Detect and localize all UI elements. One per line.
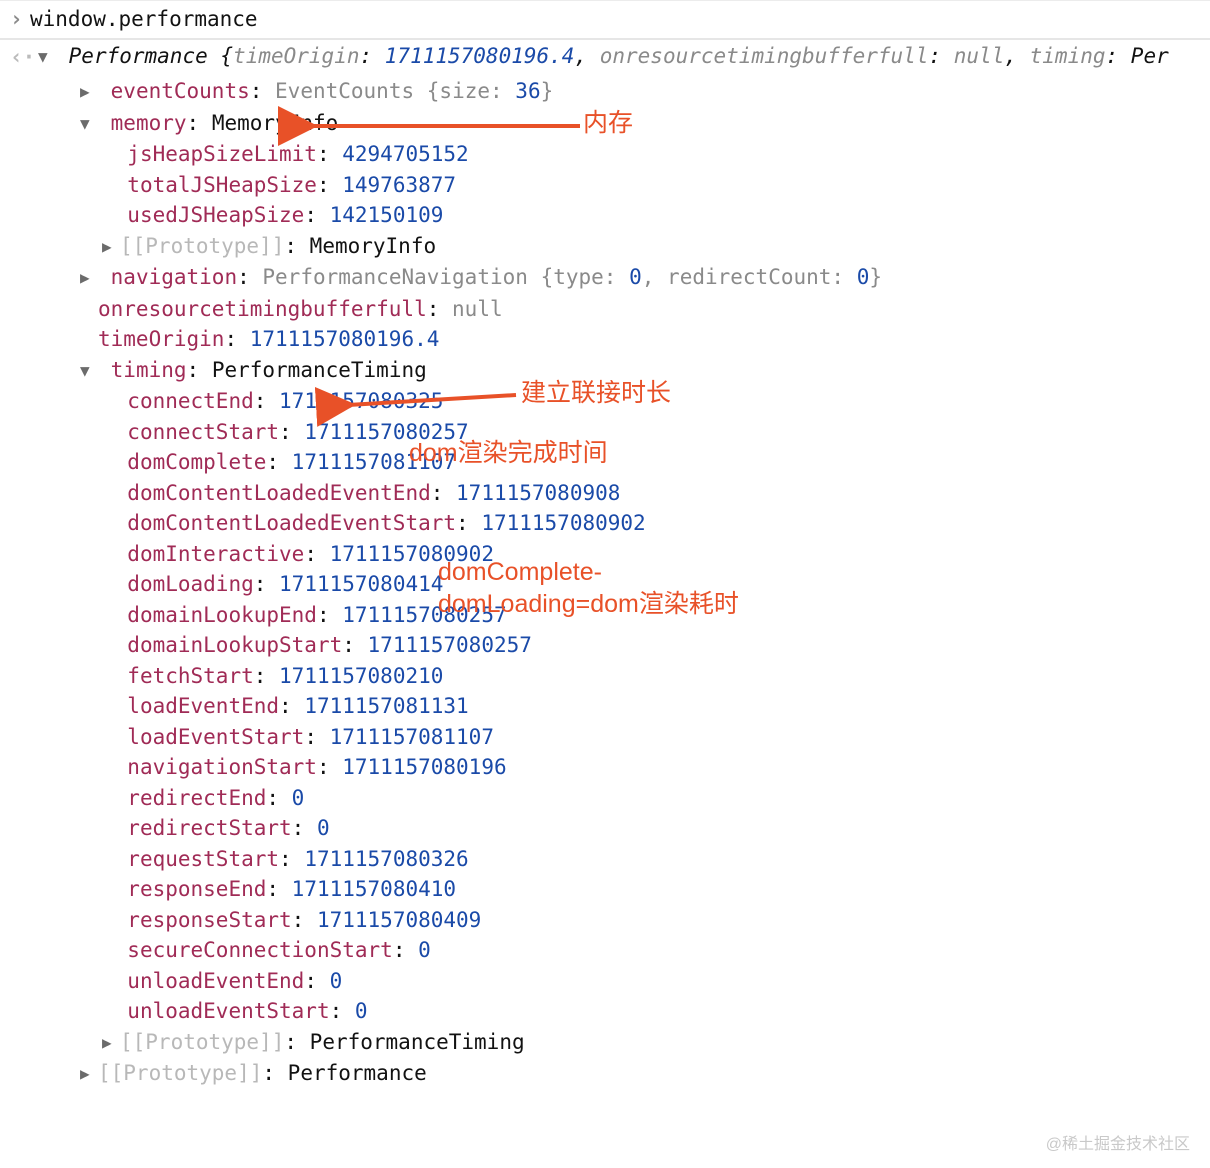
console-command: window.performance bbox=[30, 4, 258, 35]
annotation-domcalc-line1: domComplete- bbox=[438, 557, 602, 588]
key-timeorigin: timeOrigin bbox=[98, 327, 224, 351]
watermark: @稀土掘金技术社区 bbox=[1046, 1130, 1190, 1161]
key-navigation: navigation bbox=[111, 265, 237, 289]
expand-toggle[interactable] bbox=[80, 356, 96, 387]
annotation-memory: 内存 bbox=[583, 108, 633, 139]
expand-toggle[interactable] bbox=[102, 1028, 118, 1059]
arrow-icon bbox=[300, 118, 580, 138]
expand-toggle[interactable] bbox=[102, 232, 118, 263]
expand-toggle[interactable] bbox=[80, 77, 96, 108]
summary-timeorigin: 1711157080196.4 bbox=[385, 44, 575, 68]
key-onres: onresourcetimingbufferfull bbox=[98, 297, 427, 321]
key-jsheapsizelimit: jsHeapSizeLimit bbox=[127, 142, 317, 166]
annotation-connect: 建立联接时长 bbox=[521, 378, 671, 409]
expand-toggle[interactable] bbox=[80, 109, 96, 140]
arrow-icon bbox=[338, 390, 518, 410]
key-totaljsheapsize: totalJSHeapSize bbox=[127, 173, 317, 197]
summary-onres: null bbox=[954, 44, 1005, 68]
annotation-domcomplete: dom渲染完成时间 bbox=[409, 438, 608, 469]
key-timing: timing bbox=[111, 358, 187, 382]
expand-toggle[interactable] bbox=[38, 42, 54, 73]
prompt-icon: › bbox=[10, 4, 30, 35]
key-eventcounts: eventCounts bbox=[111, 79, 250, 103]
result-tree: eventCounts: EventCounts {size: 36} memo… bbox=[0, 76, 1210, 1090]
expand-toggle[interactable] bbox=[80, 1059, 96, 1090]
expand-toggle[interactable] bbox=[80, 263, 96, 294]
result-class: Performance bbox=[69, 44, 208, 68]
return-icon: ‹· bbox=[10, 42, 30, 73]
console-input-row: › window.performance bbox=[0, 0, 1210, 38]
annotation-domcalc-line2: domLoading=dom渲染耗时 bbox=[438, 589, 739, 620]
key-usedjsheapsize: usedJSHeapSize bbox=[127, 203, 304, 227]
key-memory: memory bbox=[111, 111, 187, 135]
console-result-row: ‹· Performance {timeOrigin: 171115708019… bbox=[0, 38, 1210, 74]
summary-timing: Per bbox=[1131, 44, 1169, 68]
